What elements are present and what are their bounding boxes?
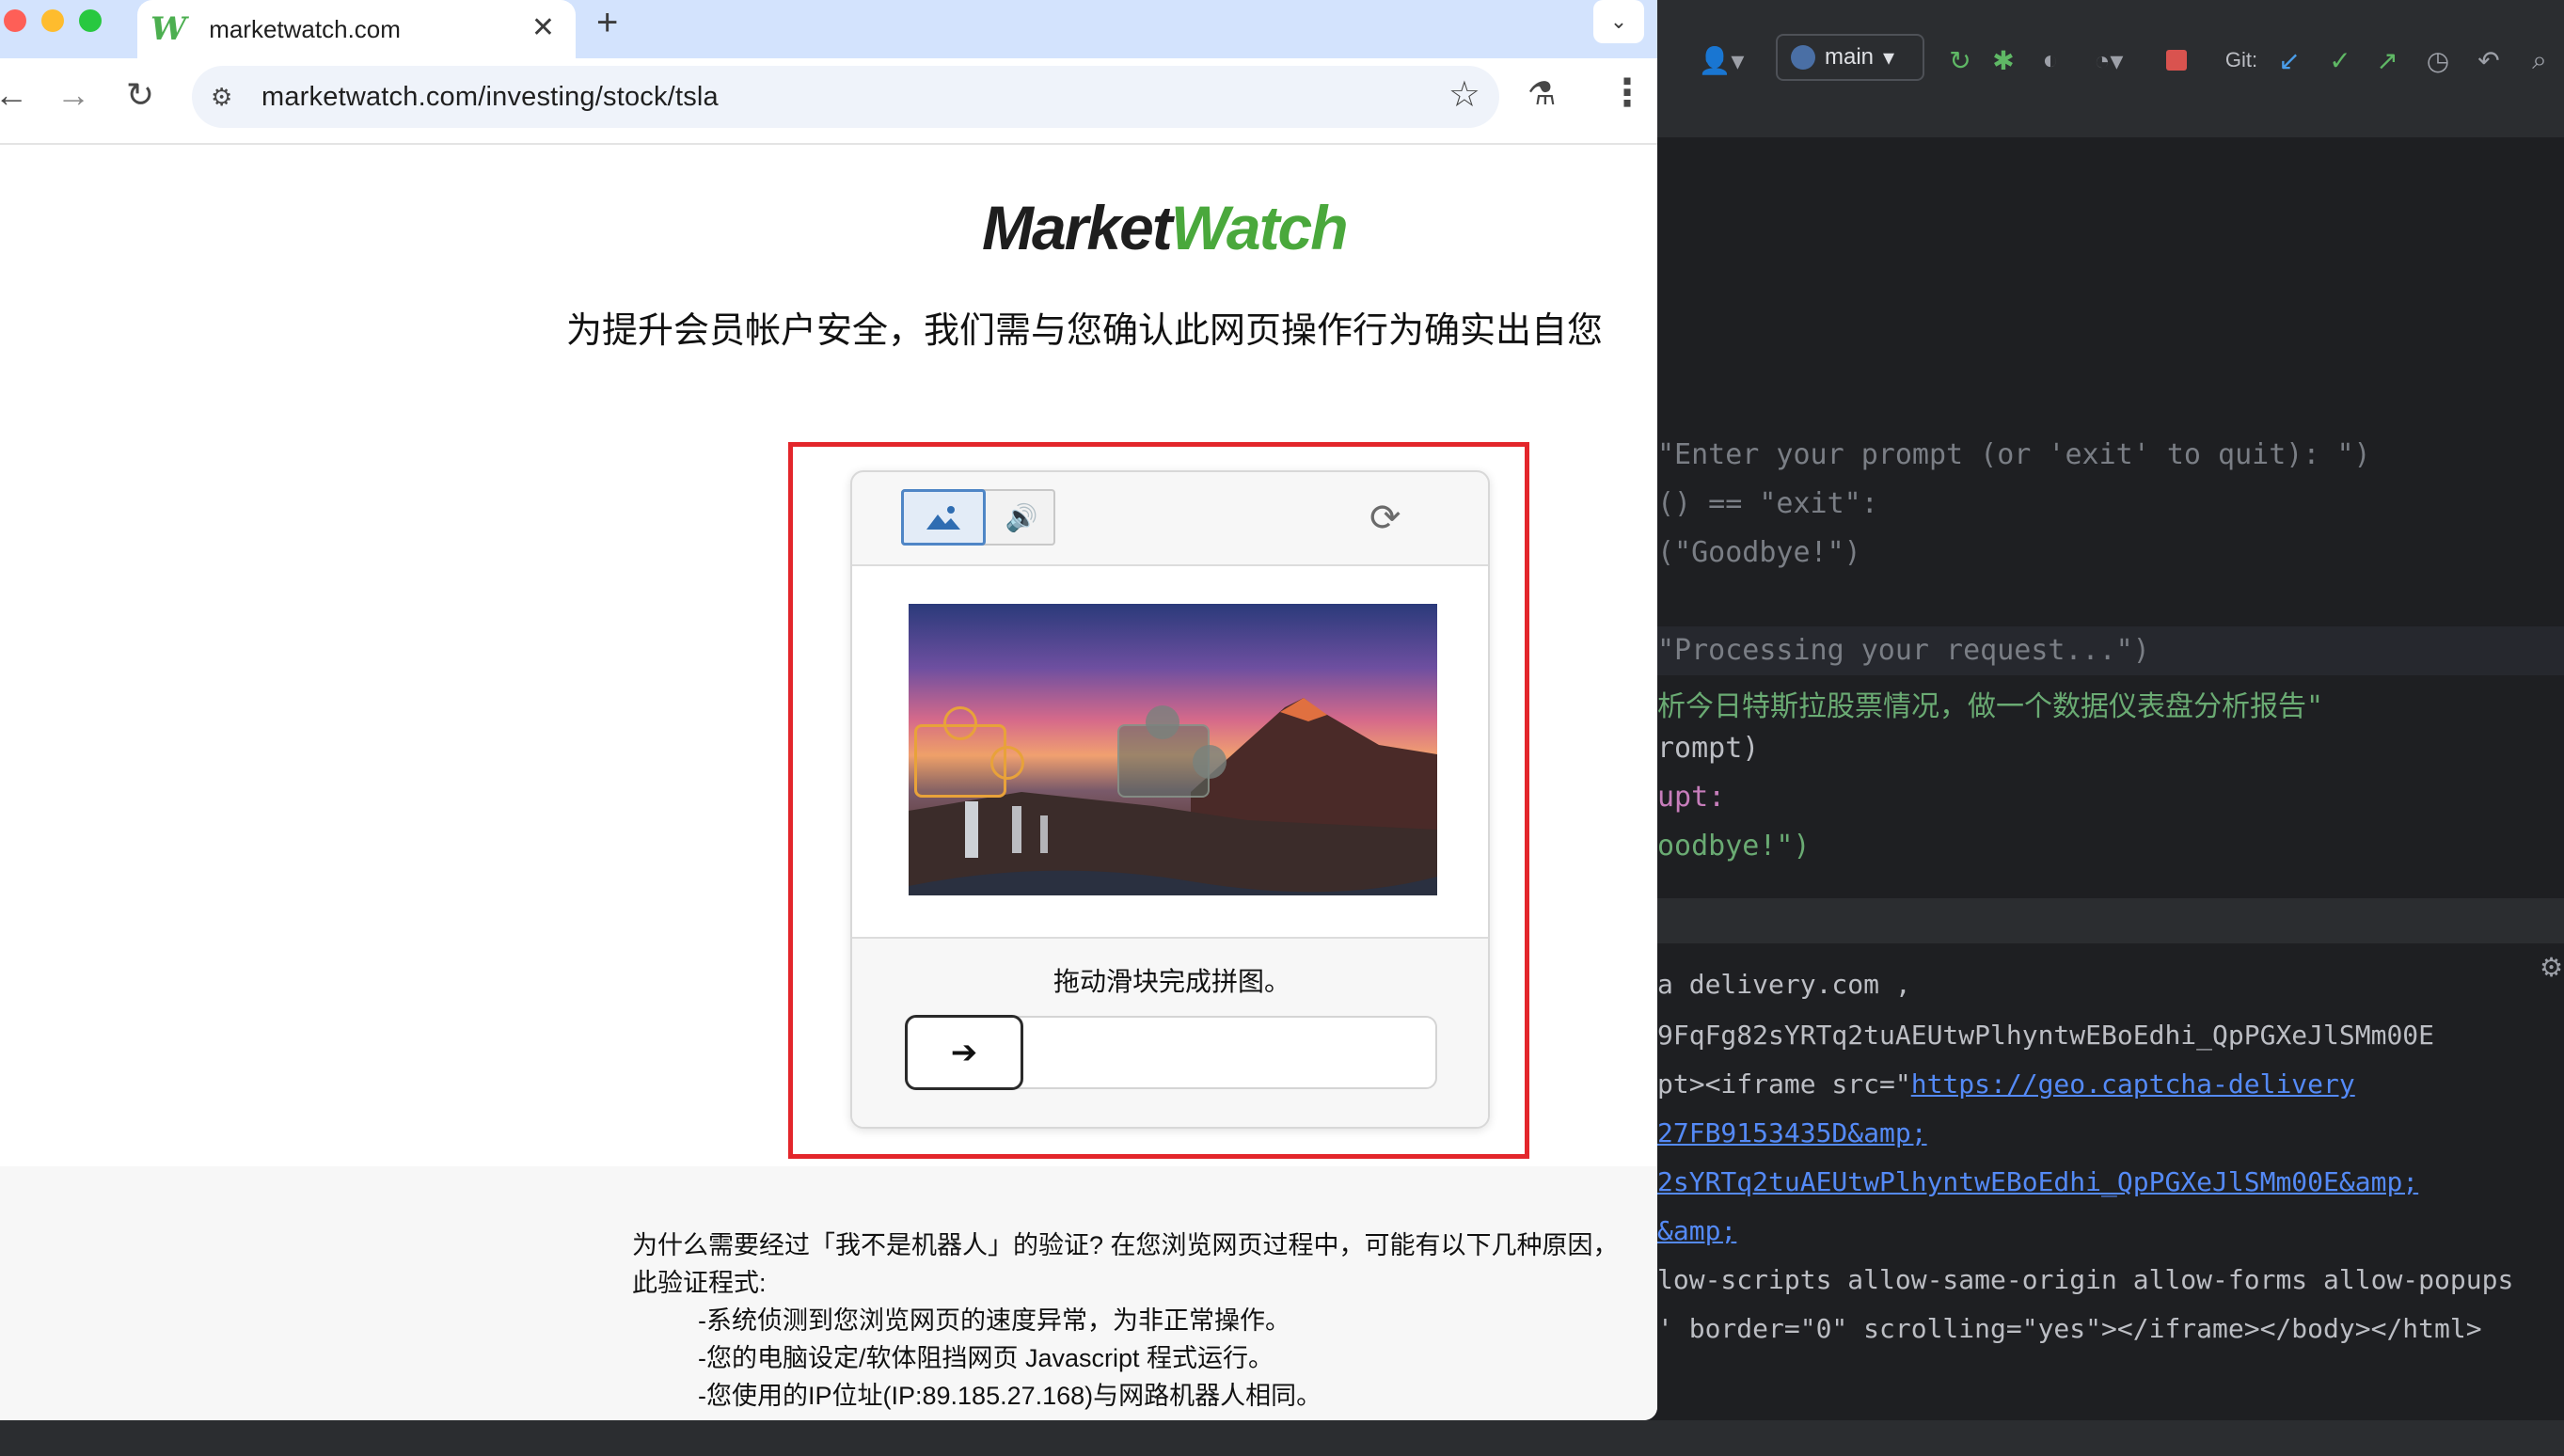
branch-selector[interactable]: main ▾ bbox=[1776, 34, 1924, 81]
puzzle-knob bbox=[1193, 745, 1227, 779]
ide-status-bar bbox=[0, 1420, 2564, 1456]
captcha-mode-toggle: 🔊 bbox=[901, 489, 1055, 546]
marketwatch-favicon: W bbox=[150, 10, 187, 48]
gear-icon[interactable]: ⚙ bbox=[2540, 952, 2563, 983]
captcha-header: 🔊 ⟳ bbox=[852, 472, 1488, 566]
console-line: low-scripts allow-same-origin allow-form… bbox=[1657, 1264, 2514, 1295]
history-icon[interactable]: ◷ bbox=[2419, 36, 2457, 85]
git-commit-icon[interactable]: ✓ bbox=[2321, 36, 2359, 85]
refresh-icon[interactable]: ⟳ bbox=[1369, 497, 1401, 540]
console-link-line[interactable]: 27FB9153435D&amp; bbox=[1657, 1117, 1927, 1148]
git-push-icon[interactable]: ↗ bbox=[2368, 36, 2406, 85]
code-line: rompt) bbox=[1657, 732, 1760, 765]
info-text: -您的电脑设定/软体阻挡网页 Javascript 程式运行。 bbox=[698, 1344, 1274, 1372]
captcha-instruction: 拖动滑块完成拼图。 bbox=[1053, 967, 1290, 996]
tab-strip: W marketwatch.com ✕ + ⌄ bbox=[0, 0, 1657, 58]
code-line: ("Goodbye!") bbox=[1657, 536, 1861, 569]
page-headline: 为提升会员帐户安全，我们需与您确认此网页操作行为确实出自您 bbox=[566, 311, 1604, 351]
puzzle-knob bbox=[1146, 705, 1179, 739]
code-line: () == "exit": bbox=[1657, 487, 1878, 520]
info-text: 此验证程式: bbox=[632, 1269, 767, 1297]
tab-search-chevron-icon[interactable]: ⌄ bbox=[1593, 0, 1644, 43]
info-text: -系统侦测到您浏览网页的速度异常，为非正常操作。 bbox=[698, 1306, 1290, 1335]
branch-label: main bbox=[1825, 44, 1875, 70]
tab-title: marketwatch.com bbox=[209, 14, 401, 43]
profile-icon[interactable]: ◔▾ bbox=[2081, 36, 2137, 85]
more-menu-icon[interactable]: ⋮ bbox=[1608, 71, 1646, 115]
python-icon bbox=[1791, 45, 1815, 70]
browser-toolbar: ← → ↻ ⚙ marketwatch.com/investing/stock/… bbox=[0, 58, 1657, 145]
minimize-window-button[interactable] bbox=[41, 9, 64, 32]
console-text: pt><iframe src=" bbox=[1657, 1068, 1911, 1100]
console-line: 9FqFg82sYRTq2tuAEUtwPlhyntwEBoEdhi_QpPGX… bbox=[1657, 1020, 2435, 1051]
url-text[interactable]: marketwatch.com/investing/stock/tsla bbox=[261, 82, 719, 113]
puzzle-image bbox=[909, 604, 1437, 895]
code-line: 析今日特斯拉股票情况，做一个数据仪表盘分析报告" bbox=[1657, 690, 2324, 723]
captcha-link[interactable]: https://geo.captcha-delivery bbox=[1911, 1068, 2355, 1100]
browser-window: W marketwatch.com ✕ + ⌄ ← → ↻ ⚙ marketwa… bbox=[0, 0, 1657, 1420]
code-line: "Processing your request...") bbox=[1657, 634, 2150, 667]
info-text: -您使用的IP位址(IP:89.185.27.168)与网路机器人相同。 bbox=[698, 1382, 1322, 1410]
rerun-icon[interactable]: ↻ bbox=[1941, 36, 1979, 85]
info-text: 为什么需要经过「我不是机器人」的验证? 在您浏览网页过程中，可能有以下几种原因， bbox=[632, 1231, 1619, 1259]
code-line: "Enter your prompt (or 'exit' to quit): … bbox=[1657, 438, 2371, 471]
marketwatch-logo: MarketWatch bbox=[982, 192, 1349, 263]
ide-tab-strip bbox=[1655, 122, 2564, 137]
console-link-line[interactable]: 2sYRTq2tuAEUtwPlhyntwEBoEdhi_QpPGXeJlSMm… bbox=[1657, 1166, 2418, 1197]
new-tab-button[interactable]: + bbox=[596, 2, 618, 44]
slider-handle[interactable]: ➔ bbox=[905, 1015, 1023, 1090]
git-label: Git: bbox=[2224, 48, 2258, 71]
audio-icon[interactable]: 🔊 bbox=[993, 495, 1050, 540]
captcha-body bbox=[852, 566, 1488, 939]
puzzle-knob bbox=[943, 706, 977, 740]
address-bar[interactable]: ⚙ marketwatch.com/investing/stock/tsla ☆ bbox=[192, 66, 1499, 128]
git-update-icon[interactable]: ↙ bbox=[2271, 36, 2308, 85]
browser-tab[interactable]: W marketwatch.com ✕ bbox=[137, 0, 576, 58]
console-link-line[interactable]: &amp; bbox=[1657, 1215, 1736, 1246]
user-icon[interactable]: 👤▾ bbox=[1693, 36, 1749, 85]
debug-icon[interactable]: ✱ bbox=[1985, 36, 2022, 85]
info-section: 为什么需要经过「我不是机器人」的验证? 在您浏览网页过程中，可能有以下几种原因，… bbox=[0, 1166, 1657, 1420]
ide-panel-divider bbox=[1655, 898, 2564, 943]
logo-market: Market bbox=[982, 193, 1173, 262]
image-icon[interactable] bbox=[901, 489, 986, 546]
rollback-icon[interactable]: ↶ bbox=[2470, 36, 2508, 85]
console-line: a delivery.com , bbox=[1657, 969, 1911, 1000]
console-line: ' border="0" scrolling="yes"></iframe></… bbox=[1657, 1313, 2482, 1344]
puzzle-piece[interactable] bbox=[914, 706, 1024, 798]
logo-watch: Watch bbox=[1170, 193, 1349, 262]
labs-flask-icon[interactable]: ⚗ bbox=[1527, 75, 1556, 113]
forward-arrow-icon[interactable]: → bbox=[56, 75, 90, 115]
coverage-icon[interactable]: ◐ bbox=[2032, 36, 2069, 85]
code-line: upt: bbox=[1657, 781, 1726, 814]
close-window-button[interactable] bbox=[4, 9, 26, 32]
code-line: oodbye!") bbox=[1657, 830, 1811, 863]
tab-close-icon[interactable]: ✕ bbox=[531, 11, 555, 44]
reload-icon[interactable]: ↻ bbox=[126, 75, 154, 115]
maximize-window-button[interactable] bbox=[79, 9, 102, 32]
chevron-down-icon: ▾ bbox=[1883, 44, 1895, 71]
search-icon[interactable]: ⌕ bbox=[2521, 36, 2558, 85]
console-line: pt><iframe src="https://geo.captcha-deli… bbox=[1657, 1068, 2355, 1100]
bookmark-star-icon[interactable]: ☆ bbox=[1448, 73, 1480, 116]
site-info-icon[interactable]: ⚙ bbox=[211, 83, 243, 112]
stop-icon[interactable] bbox=[2158, 36, 2195, 85]
puzzle-knob bbox=[990, 746, 1024, 780]
back-arrow-icon[interactable]: ← bbox=[0, 75, 28, 115]
puzzle-target-slot bbox=[1117, 705, 1227, 798]
